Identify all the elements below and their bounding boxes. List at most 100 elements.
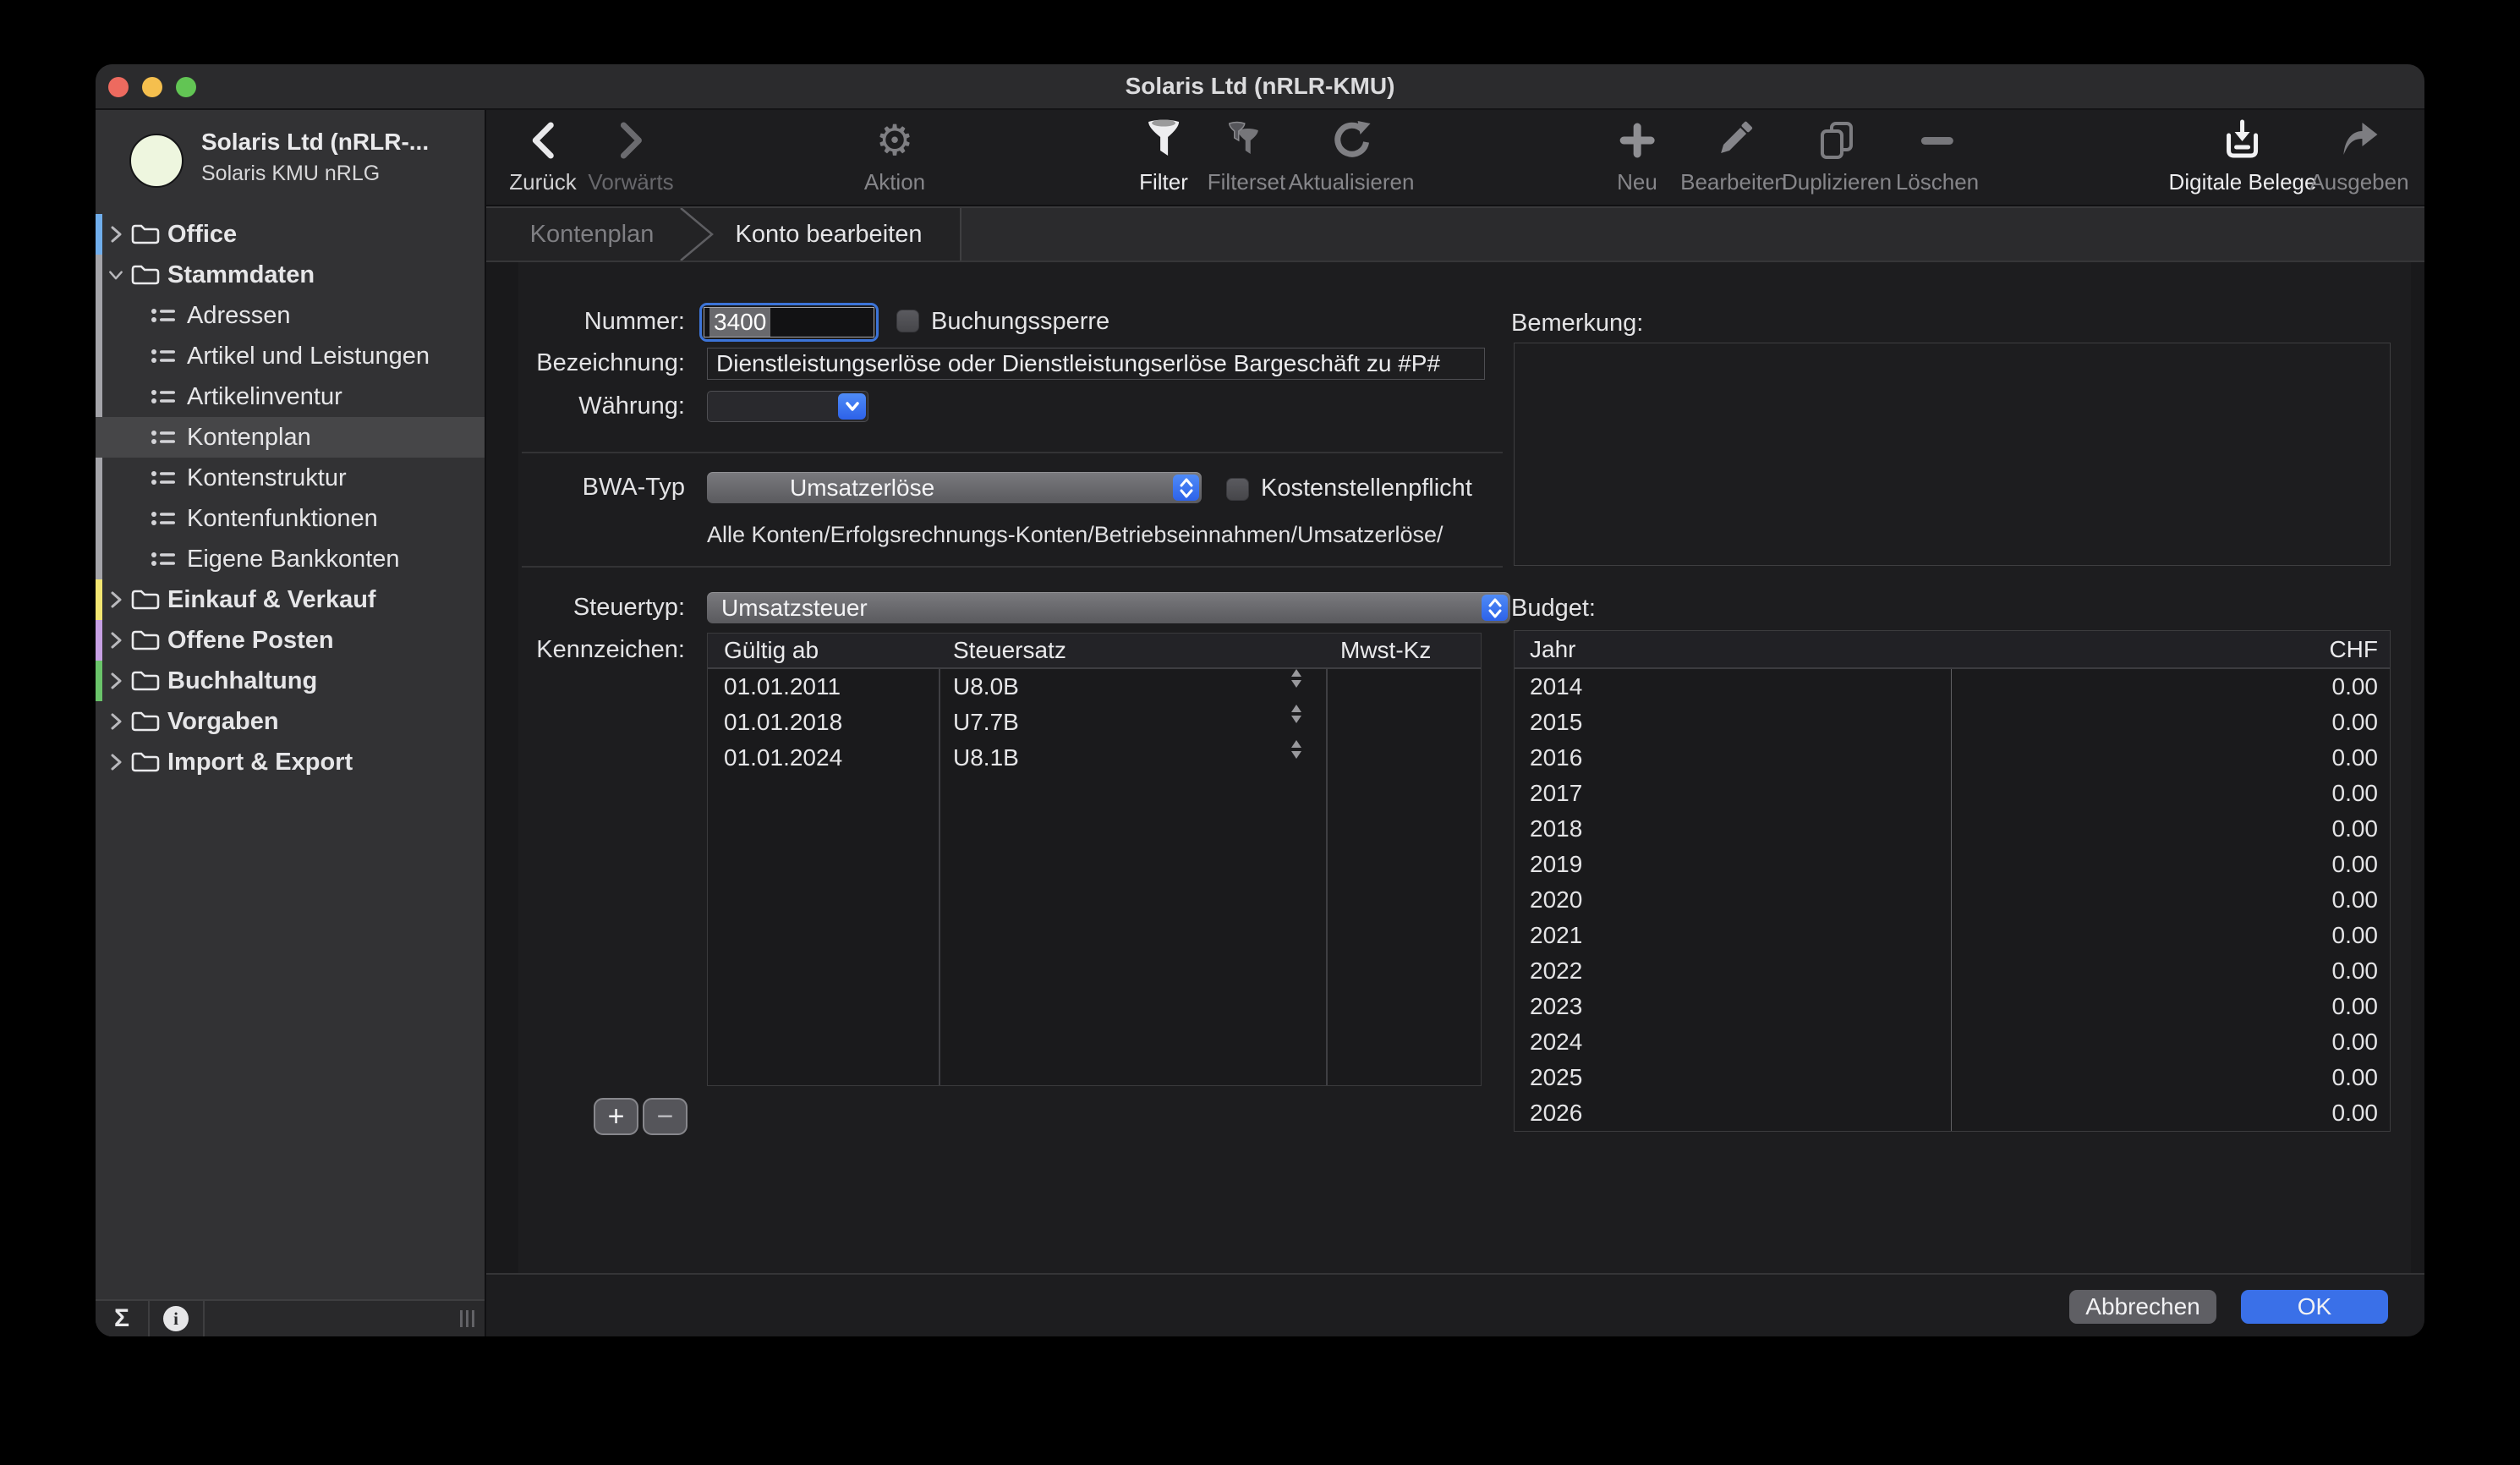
amount-cell[interactable]: 0.00: [2332, 851, 2379, 878]
year-cell[interactable]: 2026: [1530, 1100, 1582, 1127]
budget-row[interactable]: 2014 0.00: [1515, 669, 2390, 705]
waehrung-dropdown-button[interactable]: [838, 393, 866, 420]
delete-button[interactable]: Löschen: [1896, 113, 1979, 201]
budget-row[interactable]: 2025 0.00: [1515, 1060, 2390, 1095]
kostenstellenpflicht-checkbox[interactable]: [1226, 478, 1249, 501]
sidebar-item-buchhaltung[interactable]: Buchhaltung: [96, 661, 485, 701]
budget-row[interactable]: 2021 0.00: [1515, 918, 2390, 953]
sidebar-item-kontenstruktur[interactable]: Kontenstruktur: [96, 458, 485, 498]
back-button[interactable]: Zurück: [509, 113, 576, 201]
steuertyp-popup[interactable]: Umsatzsteuer: [707, 592, 1510, 623]
budget-row[interactable]: 2022 0.00: [1515, 953, 2390, 989]
sidebar-item-kontenfunktionen[interactable]: Kontenfunktionen: [96, 498, 485, 539]
sidebar-item-adressen[interactable]: Adressen: [96, 295, 485, 336]
filterset-button[interactable]: Filterset: [1208, 113, 1285, 201]
sidebar-item-stammdaten[interactable]: Stammdaten: [96, 255, 485, 295]
bezeichnung-input[interactable]: Dienstleistungserlöse oder Dienstleistun…: [707, 348, 1485, 380]
year-cell[interactable]: 2021: [1530, 922, 1582, 949]
amount-cell[interactable]: 0.00: [2332, 993, 2379, 1020]
sidebar-item-office[interactable]: Office: [96, 214, 485, 255]
amount-cell[interactable]: 0.00: [2332, 1029, 2379, 1056]
amount-cell[interactable]: 0.00: [2332, 673, 2379, 700]
steuersatz-cell[interactable]: U8.1B: [953, 740, 1019, 776]
export-button[interactable]: Ausgeben: [2309, 113, 2408, 201]
filter-button[interactable]: Filter: [1139, 113, 1188, 201]
year-cell[interactable]: 2024: [1530, 1029, 1582, 1056]
cancel-button[interactable]: Abbrechen: [2069, 1290, 2216, 1324]
budget-row[interactable]: 2016 0.00: [1515, 740, 2390, 776]
steuersatz-cell[interactable]: U8.0B: [953, 669, 1019, 705]
stepper-icon[interactable]: [1291, 705, 1301, 740]
kennzeichen-row[interactable]: 01.01.2024 U8.1B: [708, 740, 1481, 776]
stepper-icon[interactable]: [1291, 740, 1301, 776]
kennzeichen-row[interactable]: 01.01.2011 U8.0B: [708, 669, 1481, 705]
budget-row[interactable]: 20170.00: [1515, 776, 2390, 811]
nummer-input-field[interactable]: 3400: [704, 307, 874, 337]
sidebar-item-import-export[interactable]: Import & Export: [96, 742, 485, 782]
tab-kontenplan[interactable]: Kontenplan: [512, 208, 672, 261]
amount-cell[interactable]: 0.00: [2332, 709, 2379, 736]
chevron-right-icon[interactable]: [107, 224, 124, 244]
year-cell[interactable]: 2019: [1530, 851, 1582, 878]
new-button[interactable]: Neu: [1617, 113, 1657, 201]
stepper-icon[interactable]: [1291, 669, 1301, 705]
amount-cell[interactable]: 0.00: [2332, 780, 2379, 807]
sidebar-item-eigene-bankkonten[interactable]: Eigene Bankkonten: [96, 539, 485, 579]
sidebar-item-artikel-und-leistungen[interactable]: Artikel und Leistungen: [96, 336, 485, 376]
remove-row-button[interactable]: −: [643, 1098, 688, 1135]
year-cell[interactable]: 2015: [1530, 709, 1582, 736]
year-cell[interactable]: 2025: [1530, 1064, 1582, 1091]
resize-grip-icon[interactable]: [460, 1310, 474, 1327]
waehrung-combobox[interactable]: [707, 391, 868, 422]
year-cell[interactable]: 2016: [1530, 744, 1582, 771]
budget-row[interactable]: 2019 0.00: [1515, 847, 2390, 882]
buchungssperre-checkbox[interactable]: [896, 310, 919, 332]
bwa-typ-popup[interactable]: Umsatzerlöse: [707, 472, 1202, 503]
gueltig-ab-cell[interactable]: 01.01.2011: [724, 669, 841, 705]
year-cell[interactable]: 2020: [1530, 886, 1582, 914]
duplicate-button[interactable]: Duplizieren: [1782, 113, 1892, 201]
amount-cell[interactable]: 0.00: [2332, 957, 2379, 985]
info-button[interactable]: i: [150, 1301, 202, 1336]
amount-cell[interactable]: 0.00: [2332, 1064, 2379, 1091]
amount-cell[interactable]: 0.00: [2332, 922, 2379, 949]
sidebar-item-kontenplan[interactable]: Kontenplan: [96, 417, 485, 458]
gueltig-ab-cell[interactable]: 01.01.2018: [724, 705, 842, 740]
forward-button[interactable]: Vorwärts: [588, 113, 673, 201]
amount-cell[interactable]: 0.00: [2332, 886, 2379, 914]
nummer-input[interactable]: 3400: [699, 303, 879, 342]
bemerkung-textarea[interactable]: [1514, 343, 2391, 566]
chevron-right-icon[interactable]: [107, 671, 124, 691]
amount-cell[interactable]: 0.00: [2332, 744, 2379, 771]
year-cell[interactable]: 2018: [1530, 815, 1582, 842]
chevron-right-icon[interactable]: [107, 630, 124, 650]
refresh-button[interactable]: Aktualisieren: [1289, 113, 1415, 201]
budget-row[interactable]: 2023 0.00: [1515, 989, 2390, 1024]
budget-row[interactable]: 2020 0.00: [1515, 882, 2390, 918]
budget-row[interactable]: 20260.00: [1515, 1095, 2390, 1131]
sidebar-item-artikelinventur[interactable]: Artikelinventur: [96, 376, 485, 417]
kennzeichen-row[interactable]: 01.01.2018 U7.7B: [708, 705, 1481, 740]
sidebar-divider[interactable]: [485, 110, 486, 1336]
sidebar-item-vorgaben[interactable]: Vorgaben: [96, 701, 485, 742]
budget-row[interactable]: 2018 0.00: [1515, 811, 2390, 847]
amount-cell[interactable]: 0.00: [2332, 815, 2379, 842]
steuertyp-popup-button[interactable]: [1482, 595, 1508, 621]
year-cell[interactable]: 2023: [1530, 993, 1582, 1020]
sum-button[interactable]: Σ: [96, 1301, 148, 1336]
budget-row[interactable]: 2015 0.00: [1515, 705, 2390, 740]
budget-row[interactable]: 2024 0.00: [1515, 1024, 2390, 1060]
bwa-typ-popup-button[interactable]: [1173, 475, 1199, 501]
year-cell[interactable]: 2014: [1530, 673, 1582, 700]
sidebar-item-offene-posten[interactable]: Offene Posten: [96, 620, 485, 661]
chevron-right-icon[interactable]: [107, 590, 124, 610]
tab-konto-bearbeiten[interactable]: Konto bearbeiten: [715, 208, 943, 261]
ok-button[interactable]: OK: [2241, 1290, 2388, 1324]
edit-button[interactable]: Bearbeiten: [1680, 113, 1787, 201]
sidebar-item-einkauf-verkauf[interactable]: Einkauf & Verkauf: [96, 579, 485, 620]
chevron-down-icon[interactable]: [107, 267, 124, 283]
action-button[interactable]: ⚙ Aktion: [864, 113, 925, 201]
digital-receipts-button[interactable]: Digitale Belege: [2169, 113, 2317, 201]
add-row-button[interactable]: +: [594, 1098, 638, 1135]
year-cell[interactable]: 2022: [1530, 957, 1582, 985]
